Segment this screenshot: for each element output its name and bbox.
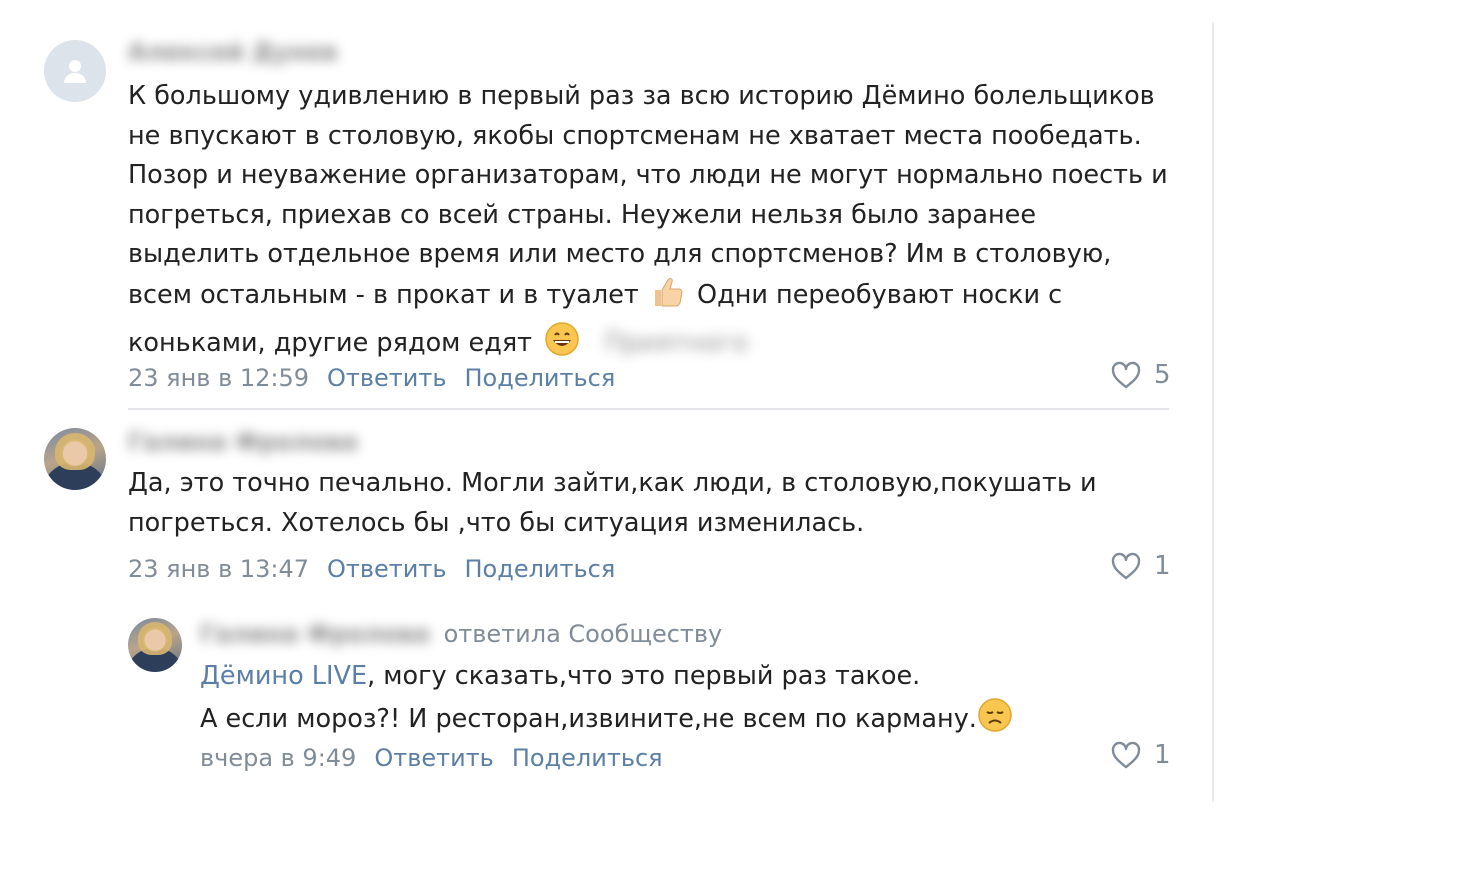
avatar[interactable] [44,40,106,102]
comment-date[interactable]: 23 янв в 13:47 [128,555,309,583]
reply-header: Галина Фролова ответила Сообществу [200,620,722,648]
like-button[interactable]: 1 [1110,551,1171,581]
reply-button[interactable]: Ответить [327,364,446,392]
thumbs-up-icon [651,275,685,322]
comment-meta: 23 янв в 12:59 Ответить Поделиться [128,364,615,392]
mention-link[interactable]: Дёмино LIVE [200,661,367,691]
comment-meta: 23 янв в 13:47 Ответить Поделиться [128,555,615,583]
grinning-face-icon [544,321,580,370]
heart-icon [1111,741,1141,769]
separator [128,408,1169,410]
reply-meta: вчера в 9:49 Ответить Поделиться [200,744,663,772]
reply-button[interactable]: Ответить [327,555,446,583]
comment-author[interactable]: Алексей Дунев [128,38,337,66]
heart-icon [1111,552,1141,580]
like-button[interactable]: 5 [1110,360,1171,390]
comment-text: Да, это точно печально. Могли зайти,как … [128,468,1097,538]
like-count: 1 [1154,740,1171,770]
share-button[interactable]: Поделиться [465,364,616,392]
like-count: 5 [1154,360,1171,390]
avatar[interactable] [44,428,106,490]
blurred-text: Приятного [604,328,748,358]
reply-text: Дёмино LIVE, могу сказать,что это первый… [200,655,1017,746]
share-button[interactable]: Поделиться [465,555,616,583]
avatar[interactable] [128,618,182,672]
reply-author[interactable]: Галина Фролова [200,620,430,648]
share-button[interactable]: Поделиться [512,744,663,772]
comment-date[interactable]: 23 янв в 12:59 [128,364,309,392]
comment-text: К большому удивлению в первый раз за всю… [128,77,1168,370]
heart-icon [1111,361,1141,389]
reply-date[interactable]: вчера в 9:49 [200,744,356,772]
like-button[interactable]: 1 [1110,740,1171,770]
replied-to: ответила Сообществу [443,620,723,648]
like-count: 1 [1154,551,1171,581]
column-divider [1212,22,1214,802]
user-placeholder-icon [64,60,86,83]
disappointed-face-icon [977,697,1013,746]
comment-author[interactable]: Галина Фролова [128,428,358,456]
reply-button[interactable]: Ответить [374,744,493,772]
